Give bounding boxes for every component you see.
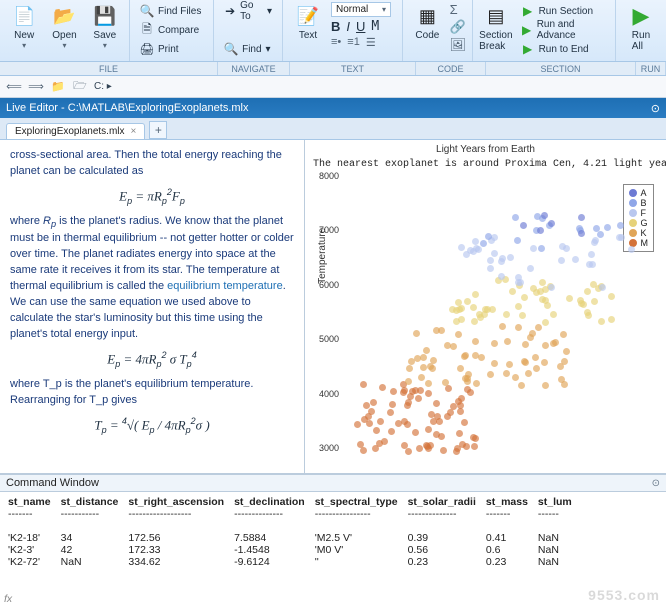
number-list-button[interactable]: ≡1 [347, 36, 360, 49]
run-to-end-button[interactable]: ▶Run to End [517, 40, 609, 58]
print-button[interactable]: 🖨Print [136, 40, 207, 58]
equation-button[interactable]: Σ [450, 2, 467, 17]
new-tab-button[interactable]: + [149, 121, 167, 139]
quick-access-bar: ⟸ ⟹ 📁 🗁 C: ▸ [0, 76, 666, 98]
forward-button[interactable]: ⟹ [28, 79, 44, 95]
live-editor-split: cross-sectional area. Then the total ene… [0, 140, 666, 474]
ribbon-group-labels: FILE NAVIGATE TEXT CODE SECTION RUN [0, 62, 666, 76]
text-style-dropdown[interactable]: Normal [331, 2, 391, 17]
command-window-titlebar: Command Window ⊙ [0, 474, 666, 492]
breadcrumb[interactable]: C: ▸ [94, 81, 112, 92]
equation-2: Ep = 4πRp2 σ Tp4 [10, 349, 294, 371]
chart-ylabel: Temperature [317, 228, 328, 284]
equation-3: Tp = 4√( Ep / 4πRp2σ ) [10, 415, 294, 437]
toolstrip-ribbon: 📄New▾ 📂Open▾ 💾Save▾ 🔍Find Files 🗎Compare… [0, 0, 666, 62]
hyperlink-button[interactable]: 🔗 [450, 19, 467, 35]
editor-titlebar: Live Editor - C:\MATLAB\ExploringExoplan… [0, 98, 666, 118]
document-tabs: ExploringExoplanets.mlx × + [0, 118, 666, 140]
close-tab-icon[interactable]: × [131, 126, 137, 137]
watermark: 9553.com [588, 587, 660, 603]
scatter-plot[interactable]: Temperature ABFGKM 300040005000600070008… [347, 176, 660, 448]
bullet-list-button[interactable]: ≡• [331, 36, 341, 49]
document-text-pane[interactable]: cross-sectional area. Then the total ene… [0, 140, 305, 473]
save-button[interactable]: 💾Save▾ [87, 2, 123, 50]
panel-menu-icon[interactable]: ⊙ [652, 478, 660, 489]
run-advance-icon: ▶ [521, 23, 533, 37]
bold-button[interactable]: B [331, 19, 340, 34]
chart-legend: ABFGKM [623, 184, 655, 252]
open-folder-icon: 📂 [52, 4, 76, 28]
underline-button[interactable]: U [356, 19, 365, 34]
section-break-button[interactable]: ▤Section Break [479, 2, 512, 58]
save-icon: 💾 [93, 4, 117, 28]
image-insert-button[interactable]: 🖼 [450, 37, 467, 53]
fx-prompt-icon[interactable]: fx [4, 593, 12, 605]
up-folder-button[interactable]: 📁 [50, 79, 66, 95]
print-icon: 🖨 [140, 42, 154, 56]
output-table: st_namest_distancest_right_ascensionst_d… [8, 496, 582, 568]
run-to-end-icon: ▶ [521, 42, 535, 56]
goto-button[interactable]: ➔Go To ▾ [220, 2, 276, 20]
browse-button[interactable]: 🗁 [72, 79, 88, 95]
search-files-icon: 🔍 [140, 4, 154, 18]
chart-output-text: The nearest exoplanet is around Proxima … [313, 159, 660, 170]
compare-button[interactable]: 🗎Compare [136, 21, 207, 39]
text-button[interactable]: 📝Text [289, 2, 327, 49]
run-all-button[interactable]: ▶Run All [622, 2, 660, 52]
command-window-panel: Command Window ⊙ st_namest_distancest_ri… [0, 474, 666, 609]
goto-icon: ➔ [224, 4, 236, 18]
tab-label: ExploringExoplanets.mlx [15, 126, 125, 137]
command-window-title: Command Window [6, 477, 99, 489]
chart-xlabel-top: Light Years from Earth [311, 144, 660, 155]
run-section-button[interactable]: ▶Run Section [517, 2, 609, 20]
compare-icon: 🗎 [140, 23, 154, 37]
find-files-button[interactable]: 🔍Find Files [136, 2, 207, 20]
run-section-icon: ▶ [521, 4, 535, 18]
text-block-icon: 📝 [296, 4, 320, 28]
run-all-icon: ▶ [629, 4, 653, 28]
panel-menu-icon[interactable]: ⊙ [651, 102, 660, 115]
output-figure-pane: Light Years from Earth The nearest exopl… [305, 140, 666, 473]
back-button[interactable]: ⟸ [6, 79, 22, 95]
doc-paragraph: where T_p is the planet's equilibrium te… [10, 377, 294, 409]
editor-title: Live Editor - C:\MATLAB\ExploringExoplan… [6, 102, 249, 114]
code-block-icon: ▦ [415, 4, 439, 28]
find-button[interactable]: 🔍Find ▾ [220, 40, 276, 58]
italic-button[interactable]: I [346, 19, 350, 34]
align-button[interactable]: ☰ [366, 36, 376, 49]
open-button[interactable]: 📂Open▾ [46, 2, 82, 50]
equation-1: Ep = πRp2Fp [10, 186, 294, 208]
command-window-body[interactable]: st_namest_distancest_right_ascensionst_d… [0, 492, 666, 609]
doc-paragraph: where Rp is the planet's radius. We know… [10, 214, 294, 343]
find-icon: 🔍 [224, 42, 238, 56]
new-file-icon: 📄 [12, 4, 36, 28]
monospace-button[interactable]: M [371, 19, 379, 34]
code-button[interactable]: ▦Code [409, 2, 445, 53]
equilibrium-temperature-link[interactable]: equilibrium temperature [167, 280, 283, 292]
doc-paragraph: cross-sectional area. Then the total ene… [10, 148, 294, 180]
section-break-icon: ▤ [484, 4, 508, 28]
new-button[interactable]: 📄New▾ [6, 2, 42, 50]
tab-exploring-exoplanets[interactable]: ExploringExoplanets.mlx × [6, 123, 145, 139]
run-advance-button[interactable]: ▶Run and Advance [517, 21, 609, 39]
